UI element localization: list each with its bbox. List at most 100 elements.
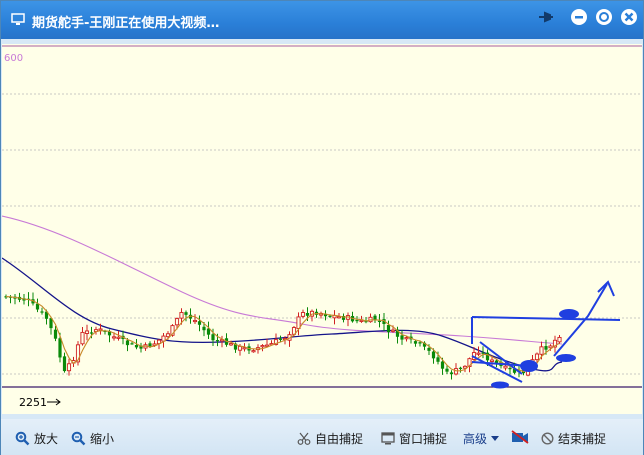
- candle-body: [296, 316, 301, 329]
- candle-body: [237, 345, 243, 351]
- title-bar[interactable]: 期货舵手-王刚正在使用大视频…: [1, 1, 643, 39]
- candle-body: [251, 350, 256, 353]
- window-icon: [381, 432, 395, 445]
- candle-body: [476, 352, 481, 355]
- top-tick-label: 600: [4, 53, 23, 64]
- candle-body: [359, 319, 364, 322]
- zoom-in-label: 放大: [34, 432, 59, 446]
- minimize-button[interactable]: [569, 7, 589, 27]
- end-capture-button[interactable]: 结束捕捉: [541, 430, 606, 447]
- annotations: [471, 280, 621, 389]
- stop-icon: [541, 432, 554, 445]
- end-capture-label: 结束捕捉: [558, 432, 607, 446]
- ma-short-line: [5, 296, 560, 373]
- candle-body: [445, 368, 449, 372]
- candle-body: [539, 346, 544, 355]
- magnifier-plus-icon: [15, 431, 30, 446]
- candle-body: [404, 337, 409, 340]
- annotation-marker: [491, 381, 509, 389]
- candle-body: [40, 311, 44, 313]
- candle-body: [62, 356, 67, 372]
- candle-body: [557, 336, 562, 343]
- advanced-dropdown[interactable]: 高级: [463, 430, 500, 447]
- annotation-marker: [520, 360, 538, 372]
- candle-body: [116, 336, 121, 339]
- candle-body: [503, 365, 508, 369]
- candles: [4, 292, 562, 380]
- candle-body: [328, 315, 332, 317]
- magnifier-minus-icon: [71, 431, 86, 446]
- candle-body: [264, 344, 270, 347]
- candle-body: [111, 336, 117, 339]
- candle-body: [431, 351, 436, 359]
- candle-body: [125, 340, 130, 346]
- close-button[interactable]: [619, 7, 639, 27]
- zoom-in-button[interactable]: 放大: [15, 430, 58, 447]
- zoom-out-button[interactable]: 缩小: [71, 430, 114, 447]
- video-camera-icon[interactable]: [511, 430, 529, 444]
- annotation-marker: [556, 354, 576, 362]
- candle-body: [440, 361, 445, 369]
- free-capture-label: 自由捕捉: [315, 432, 364, 446]
- candle-body: [197, 321, 202, 325]
- candle-body: [449, 372, 454, 375]
- monitor-icon: [11, 13, 25, 25]
- candle-body: [418, 342, 422, 344]
- candle-body: [134, 345, 139, 348]
- candle-body: [355, 319, 359, 322]
- window-title: 期货舵手-王刚正在使用大视频…: [32, 16, 220, 31]
- candle-body: [98, 328, 103, 331]
- candle-body: [458, 367, 463, 369]
- candle-body: [508, 368, 512, 370]
- low-price-arrow: [47, 398, 61, 406]
- candle-body: [80, 331, 85, 345]
- annotation-resistance-line: [471, 316, 621, 321]
- candle-body: [534, 353, 540, 361]
- low-price-label: 2251: [19, 396, 47, 409]
- candle-body: [544, 346, 548, 350]
- candle-body: [260, 345, 265, 348]
- candlestick-chart[interactable]: 600 2251: [2, 44, 642, 414]
- window-capture-label: 窗口捕捉: [399, 432, 448, 446]
- candle-body: [489, 359, 495, 362]
- candle-body: [400, 335, 404, 340]
- advanced-label: 高级: [463, 432, 488, 446]
- candle-body: [130, 343, 134, 345]
- candle-body: [211, 334, 215, 341]
- candle-body: [184, 312, 188, 315]
- candle-body: [165, 333, 171, 338]
- ma-long-line: [2, 215, 563, 345]
- chart-canvas: 600 2251: [2, 45, 642, 409]
- candle-body: [481, 352, 485, 354]
- window-capture-button[interactable]: 窗口捕捉: [381, 430, 447, 447]
- maximize-button[interactable]: [594, 7, 614, 27]
- candle-body: [202, 326, 206, 331]
- candle-body: [436, 357, 440, 362]
- candle-body: [192, 319, 198, 323]
- candle-body: [305, 313, 310, 316]
- candle-body: [548, 345, 553, 349]
- candle-body: [278, 338, 283, 340]
- candle-body: [53, 329, 58, 339]
- candle-body: [215, 340, 220, 342]
- candle-body: [427, 347, 431, 351]
- zoom-out-label: 缩小: [90, 432, 115, 446]
- candle-body: [89, 332, 94, 334]
- candle-body: [66, 363, 72, 372]
- candle-body: [174, 318, 180, 326]
- pin-icon[interactable]: [535, 7, 555, 27]
- candle-body: [386, 325, 391, 333]
- candle-body: [179, 312, 184, 319]
- candle-body: [228, 343, 234, 346]
- candle-body: [485, 352, 490, 361]
- candle-body: [300, 312, 306, 317]
- candle-body: [390, 329, 396, 332]
- candle-body: [377, 320, 382, 322]
- scissors-icon: [297, 432, 311, 445]
- caret-down-icon: [491, 435, 500, 441]
- annotation-marker: [559, 309, 579, 319]
- app-window: 期货舵手-王刚正在使用大视频… 600 2251 放大 缩小 自由捕捉 窗口捕捉…: [0, 0, 644, 455]
- candle-body: [84, 330, 90, 334]
- free-capture-button[interactable]: 自由捕捉: [297, 430, 363, 447]
- bottom-toolbar: 放大 缩小 自由捕捉 窗口捕捉 高级 结束捕捉: [1, 419, 643, 455]
